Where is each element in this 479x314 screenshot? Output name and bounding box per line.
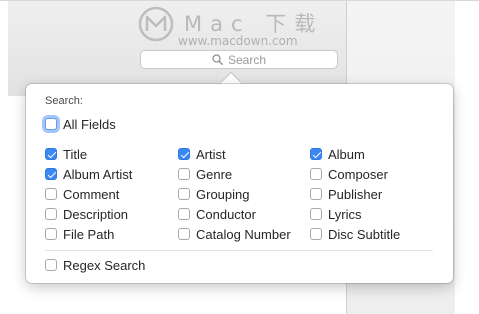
conductor-label: Conductor — [196, 206, 256, 222]
grouping-label: Grouping — [196, 186, 250, 202]
description-label: Description — [63, 206, 129, 222]
search-icon — [212, 54, 223, 65]
composer-label: Composer — [328, 166, 388, 182]
album-label: Album — [328, 146, 365, 162]
title-checkbox[interactable] — [45, 148, 57, 160]
conductor-checkbox[interactable] — [178, 208, 190, 220]
artist-label: Artist — [196, 146, 226, 162]
field-option-album[interactable]: Album — [310, 146, 365, 162]
field-option-title[interactable]: Title — [45, 146, 87, 162]
genre-checkbox[interactable] — [178, 168, 190, 180]
lyrics-checkbox[interactable] — [310, 208, 322, 220]
file-path-label: File Path — [63, 226, 115, 242]
artist-checkbox[interactable] — [178, 148, 190, 160]
catalog-number-checkbox[interactable] — [178, 228, 190, 240]
regex-search-option[interactable]: Regex Search — [45, 257, 145, 273]
field-option-description[interactable]: Description — [45, 206, 128, 222]
regex-search-checkbox[interactable] — [45, 259, 57, 271]
genre-label: Genre — [196, 166, 233, 182]
lyrics-label: Lyrics — [328, 206, 362, 222]
field-option-conductor[interactable]: Conductor — [178, 206, 256, 222]
regex-search-label: Regex Search — [63, 257, 146, 273]
comment-checkbox[interactable] — [45, 188, 57, 200]
album-artist-label: Album Artist — [63, 166, 133, 182]
field-option-publisher[interactable]: Publisher — [310, 186, 382, 202]
file-path-checkbox[interactable] — [45, 228, 57, 240]
publisher-checkbox[interactable] — [310, 188, 322, 200]
right-panel-footer — [347, 286, 455, 314]
field-option-file-path[interactable]: File Path — [45, 226, 114, 242]
field-option-grouping[interactable]: Grouping — [178, 186, 249, 202]
field-option-comment[interactable]: Comment — [45, 186, 119, 202]
popover-divider — [45, 250, 433, 251]
all-fields-checkbox[interactable] — [45, 118, 57, 130]
publisher-label: Publisher — [328, 186, 383, 202]
field-option-artist[interactable]: Artist — [178, 146, 226, 162]
title-label: Title — [63, 146, 88, 162]
description-checkbox[interactable] — [45, 208, 57, 220]
disc-subtitle-label: Disc Subtitle — [328, 226, 401, 242]
grouping-checkbox[interactable] — [178, 188, 190, 200]
field-option-genre[interactable]: Genre — [178, 166, 232, 182]
search-options-popover: Search: All Fields Title Artist Album Album… — [26, 84, 453, 283]
album-checkbox[interactable] — [310, 148, 322, 160]
search-field[interactable]: Search — [140, 50, 338, 69]
all-fields-option[interactable]: All Fields — [45, 116, 116, 132]
field-option-lyrics[interactable]: Lyrics — [310, 206, 361, 222]
search-label: Search: — [45, 95, 83, 107]
field-option-composer[interactable]: Composer — [310, 166, 388, 182]
field-option-album-artist[interactable]: Album Artist — [45, 166, 132, 182]
window-toolbar — [8, 1, 347, 96]
field-option-disc-subtitle[interactable]: Disc Subtitle — [310, 226, 400, 242]
search-placeholder: Search — [227, 52, 267, 67]
catalog-number-label: Catalog Number — [196, 226, 291, 242]
album-artist-checkbox[interactable] — [45, 168, 57, 180]
composer-checkbox[interactable] — [310, 168, 322, 180]
field-option-catalog-number[interactable]: Catalog Number — [178, 226, 291, 242]
disc-subtitle-checkbox[interactable] — [310, 228, 322, 240]
comment-label: Comment — [63, 186, 120, 202]
all-fields-label: All Fields — [63, 116, 116, 132]
